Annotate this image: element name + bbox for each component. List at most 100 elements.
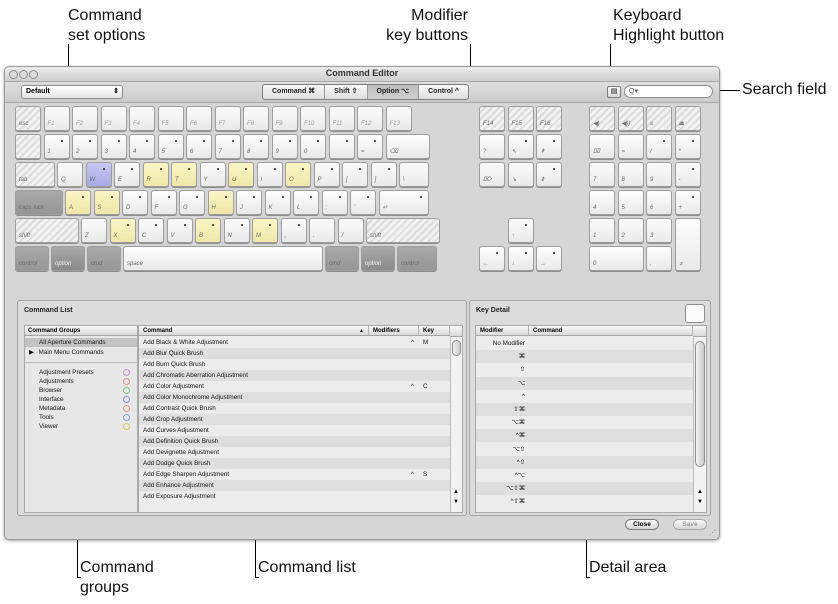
key-detail-row[interactable]: ⇧⌘ (476, 403, 693, 416)
key-tab[interactable]: tab (15, 162, 55, 187)
key-pad-3[interactable]: * (674, 134, 701, 159)
key-detail-row[interactable]: ⌥⇧⌘ (476, 482, 693, 496)
key-pad-enter[interactable]: ⌅ (674, 218, 701, 271)
command-row[interactable]: Add Crop Adjustment (139, 414, 450, 425)
scrollbar-thumb[interactable] (695, 341, 705, 467)
command-group-item[interactable]: Browser (39, 386, 135, 395)
key-detail-row[interactable]: ^⌥ (476, 469, 693, 482)
command-group-item[interactable]: Tools (39, 413, 135, 422)
key-k[interactable]: K (264, 190, 291, 215)
key-arrow-3[interactable]: → (536, 246, 562, 271)
modifier-button-2[interactable]: Option ⌥ (367, 85, 420, 99)
save-button[interactable]: Save (673, 519, 707, 530)
key-detail-row[interactable]: No Modifier (476, 337, 693, 350)
command-row[interactable]: Add Burn Quick Brush (139, 359, 450, 370)
key-l[interactable]: L (293, 190, 319, 215)
modifier-button-0[interactable]: Command ⌘ (263, 85, 326, 99)
key-b[interactable]: B (195, 218, 221, 243)
key-f9[interactable]: F9 (271, 106, 298, 131)
group-all-commands[interactable]: All Aperture Commands (25, 338, 137, 347)
key-pad-8[interactable]: 4 (589, 190, 615, 215)
key-;[interactable]: ; (321, 190, 348, 215)
key-c[interactable]: C (138, 218, 164, 243)
key-a[interactable]: A (65, 190, 91, 215)
key-pad-9[interactable]: 5 (617, 190, 644, 215)
key-g[interactable]: G (179, 190, 205, 215)
key-num-10[interactable]: 0 (300, 134, 326, 159)
command-row[interactable]: Add Devignette Adjustment (139, 447, 450, 458)
key-arrow-1[interactable]: ← (479, 246, 505, 271)
scroll-down-arrow-icon[interactable]: ▼ (453, 499, 459, 505)
key-p[interactable]: P (313, 162, 340, 187)
key-f5[interactable]: F5 (157, 106, 184, 131)
key-↵[interactable]: ↵ (378, 190, 429, 215)
command-row[interactable]: Add Color Monochrome Adjustment (139, 392, 450, 403)
command-row[interactable]: Add Exposure Adjustment (139, 491, 450, 502)
command-row[interactable]: Add Black & White Adjustment ^ M (139, 337, 450, 348)
key-space-3[interactable]: space (123, 246, 323, 271)
key-cmd-2[interactable]: cmd (87, 246, 121, 271)
command-group-item[interactable]: Viewer (39, 422, 135, 431)
modifiers-column-header[interactable]: Modifiers (369, 326, 419, 336)
key-,[interactable]: , (280, 218, 307, 243)
command-column-header[interactable]: Command ▲ (139, 326, 369, 336)
command-row[interactable]: Add Contrast Quick Brush (139, 403, 450, 414)
key-detail-row[interactable]: ⇧ (476, 363, 693, 377)
scroll-down-arrow-icon[interactable]: ▼ (697, 499, 703, 505)
key-num-7[interactable]: 7 (214, 134, 241, 159)
key-f3[interactable]: F3 (100, 106, 127, 131)
key-pad-0[interactable]: 0 (589, 246, 644, 271)
key-f6[interactable]: F6 (186, 106, 212, 131)
key-f1[interactable]: F1 (43, 106, 70, 131)
key-num-13[interactable]: ⌫ (385, 134, 430, 159)
key-nav-2[interactable]: ⇞ (536, 134, 562, 159)
key-j[interactable]: J (236, 190, 262, 215)
modifier-button-3[interactable]: Control ^ (419, 85, 468, 99)
key-option-5[interactable]: option (361, 246, 395, 271)
key-nav-0[interactable]: ? (479, 134, 505, 159)
command-row[interactable]: Add Chromatic Aberration Adjustment (139, 370, 450, 381)
key-f15[interactable]: F15 (507, 106, 534, 131)
key-detail-row[interactable]: ⌥⇧ (476, 442, 693, 456)
resize-grip-icon[interactable]: ⋰ (709, 529, 716, 537)
key-detail-row[interactable]: ^⇧ (476, 455, 693, 469)
key-f13[interactable]: F13 (385, 106, 412, 131)
key-pad-7[interactable]: - (674, 162, 701, 187)
key-'[interactable]: ' (350, 190, 376, 215)
disclosure-triangle-icon[interactable]: ▶ (29, 349, 34, 356)
key-caps-lock[interactable]: caps lock (15, 190, 63, 215)
scroll-up-arrow-icon[interactable]: ▲ (453, 489, 459, 495)
key-][interactable]: ] (370, 162, 397, 187)
key-arrow-2[interactable]: ↓ (507, 246, 534, 271)
key-e[interactable]: E (114, 162, 140, 187)
key-detail-scrollbar[interactable]: ▲ ▼ (693, 337, 706, 512)
key-pad-14[interactable]: 3 (646, 218, 672, 243)
command-row[interactable]: Add Edge Sharpen Adjustment ^ S (139, 469, 450, 480)
key-pad-top-1[interactable]: ◀)) (617, 106, 644, 131)
key-pad-11[interactable]: + (674, 190, 701, 215)
key-o[interactable]: O (285, 162, 311, 187)
key-nav-5[interactable]: ⇟ (536, 162, 562, 187)
key-num-12[interactable]: = (357, 134, 383, 159)
key-u[interactable]: U (228, 162, 254, 187)
command-row[interactable]: Add Dodge Quick Brush (139, 458, 450, 469)
command-row[interactable]: Add Color Adjustment ^ C (139, 381, 450, 392)
key-y[interactable]: Y (199, 162, 226, 187)
key-option-1[interactable]: option (51, 246, 85, 271)
key-s[interactable]: S (93, 190, 120, 215)
key-detail-row[interactable]: ^⌘ (476, 429, 693, 443)
key-[[interactable]: [ (342, 162, 368, 187)
key-h[interactable]: H (207, 190, 234, 215)
key-pad-top-2[interactable]: ≤ (646, 106, 672, 131)
modifier-button-1[interactable]: Shift ⇧ (325, 85, 368, 99)
key-num-8[interactable]: 8 (243, 134, 269, 159)
key-x[interactable]: X (109, 218, 136, 243)
command-group-item[interactable]: Metadata (39, 404, 135, 413)
key-f16[interactable]: F16 (536, 106, 562, 131)
scrollbar-thumb[interactable] (452, 340, 461, 356)
key-/[interactable]: / (337, 218, 364, 243)
key-pad-6[interactable]: 9 (646, 162, 672, 187)
detail-command-column-header[interactable]: Command (529, 326, 693, 336)
key-detail-row[interactable]: ^⇧⌘ (476, 495, 693, 509)
key-detail-row[interactable]: ⌘ (476, 350, 693, 364)
